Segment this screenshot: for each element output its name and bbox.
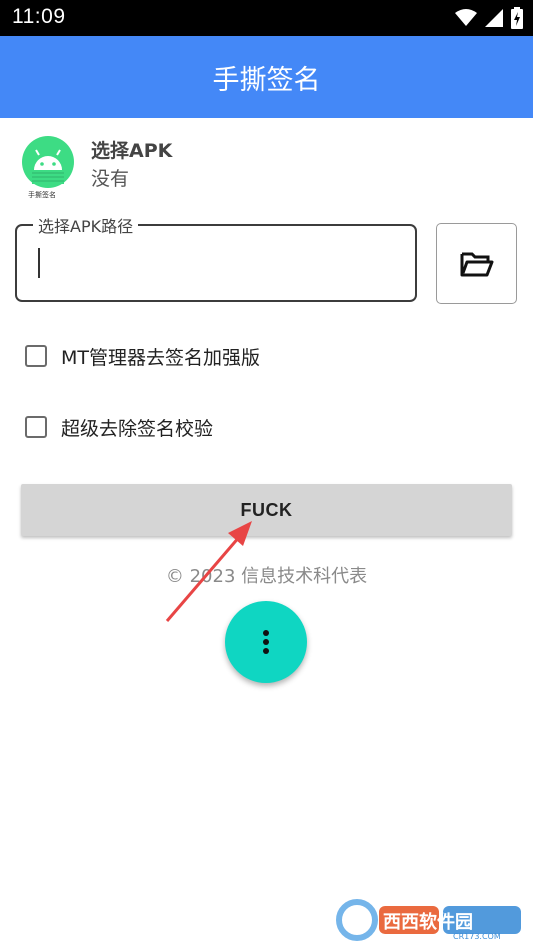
wifi-icon — [455, 9, 477, 26]
watermark-url: CR173.COM — [453, 932, 501, 941]
checkbox[interactable] — [25, 345, 47, 367]
watermark-logo: 西西软件园 CR173.COM — [335, 898, 525, 942]
checkbox[interactable] — [25, 416, 47, 438]
apk-selected-value: 没有 — [91, 168, 130, 190]
status-time: 11:09 — [12, 5, 66, 28]
copyright-text: © 2023 信息技术科代表 — [165, 566, 368, 587]
checkbox-label: MT管理器去签名加强版 — [61, 346, 260, 369]
battery-charging-icon — [511, 7, 523, 29]
status-bar: 11:09 — [0, 0, 533, 36]
folder-open-icon — [460, 252, 493, 276]
text-cursor — [38, 248, 40, 278]
apk-title: 选择APK — [91, 140, 173, 162]
option-super-remove-verify[interactable]: 超级去除签名校验 — [25, 412, 213, 442]
select-apk-row[interactable]: 手撕签名 选择APK 没有 — [22, 136, 502, 199]
browse-folder-button[interactable] — [436, 223, 517, 304]
apk-path-label: 选择APK路径 — [33, 213, 139, 237]
app-icon-caption: 手撕签名 — [28, 191, 56, 199]
checkbox-label: 超级去除签名校验 — [61, 417, 214, 440]
app-title: 手撕签名 — [212, 64, 321, 96]
watermark-site: 西西软件园 — [383, 912, 473, 933]
signal-icon — [485, 9, 503, 27]
option-mt-signature-enhanced[interactable]: MT管理器去签名加强版 — [25, 341, 260, 371]
app-bar: 手撕签名 — [0, 36, 533, 118]
more-options-fab[interactable] — [225, 601, 307, 683]
more-vertical-icon — [263, 630, 269, 654]
fuck-button[interactable]: FUCK — [21, 484, 512, 536]
status-icons — [455, 6, 523, 30]
